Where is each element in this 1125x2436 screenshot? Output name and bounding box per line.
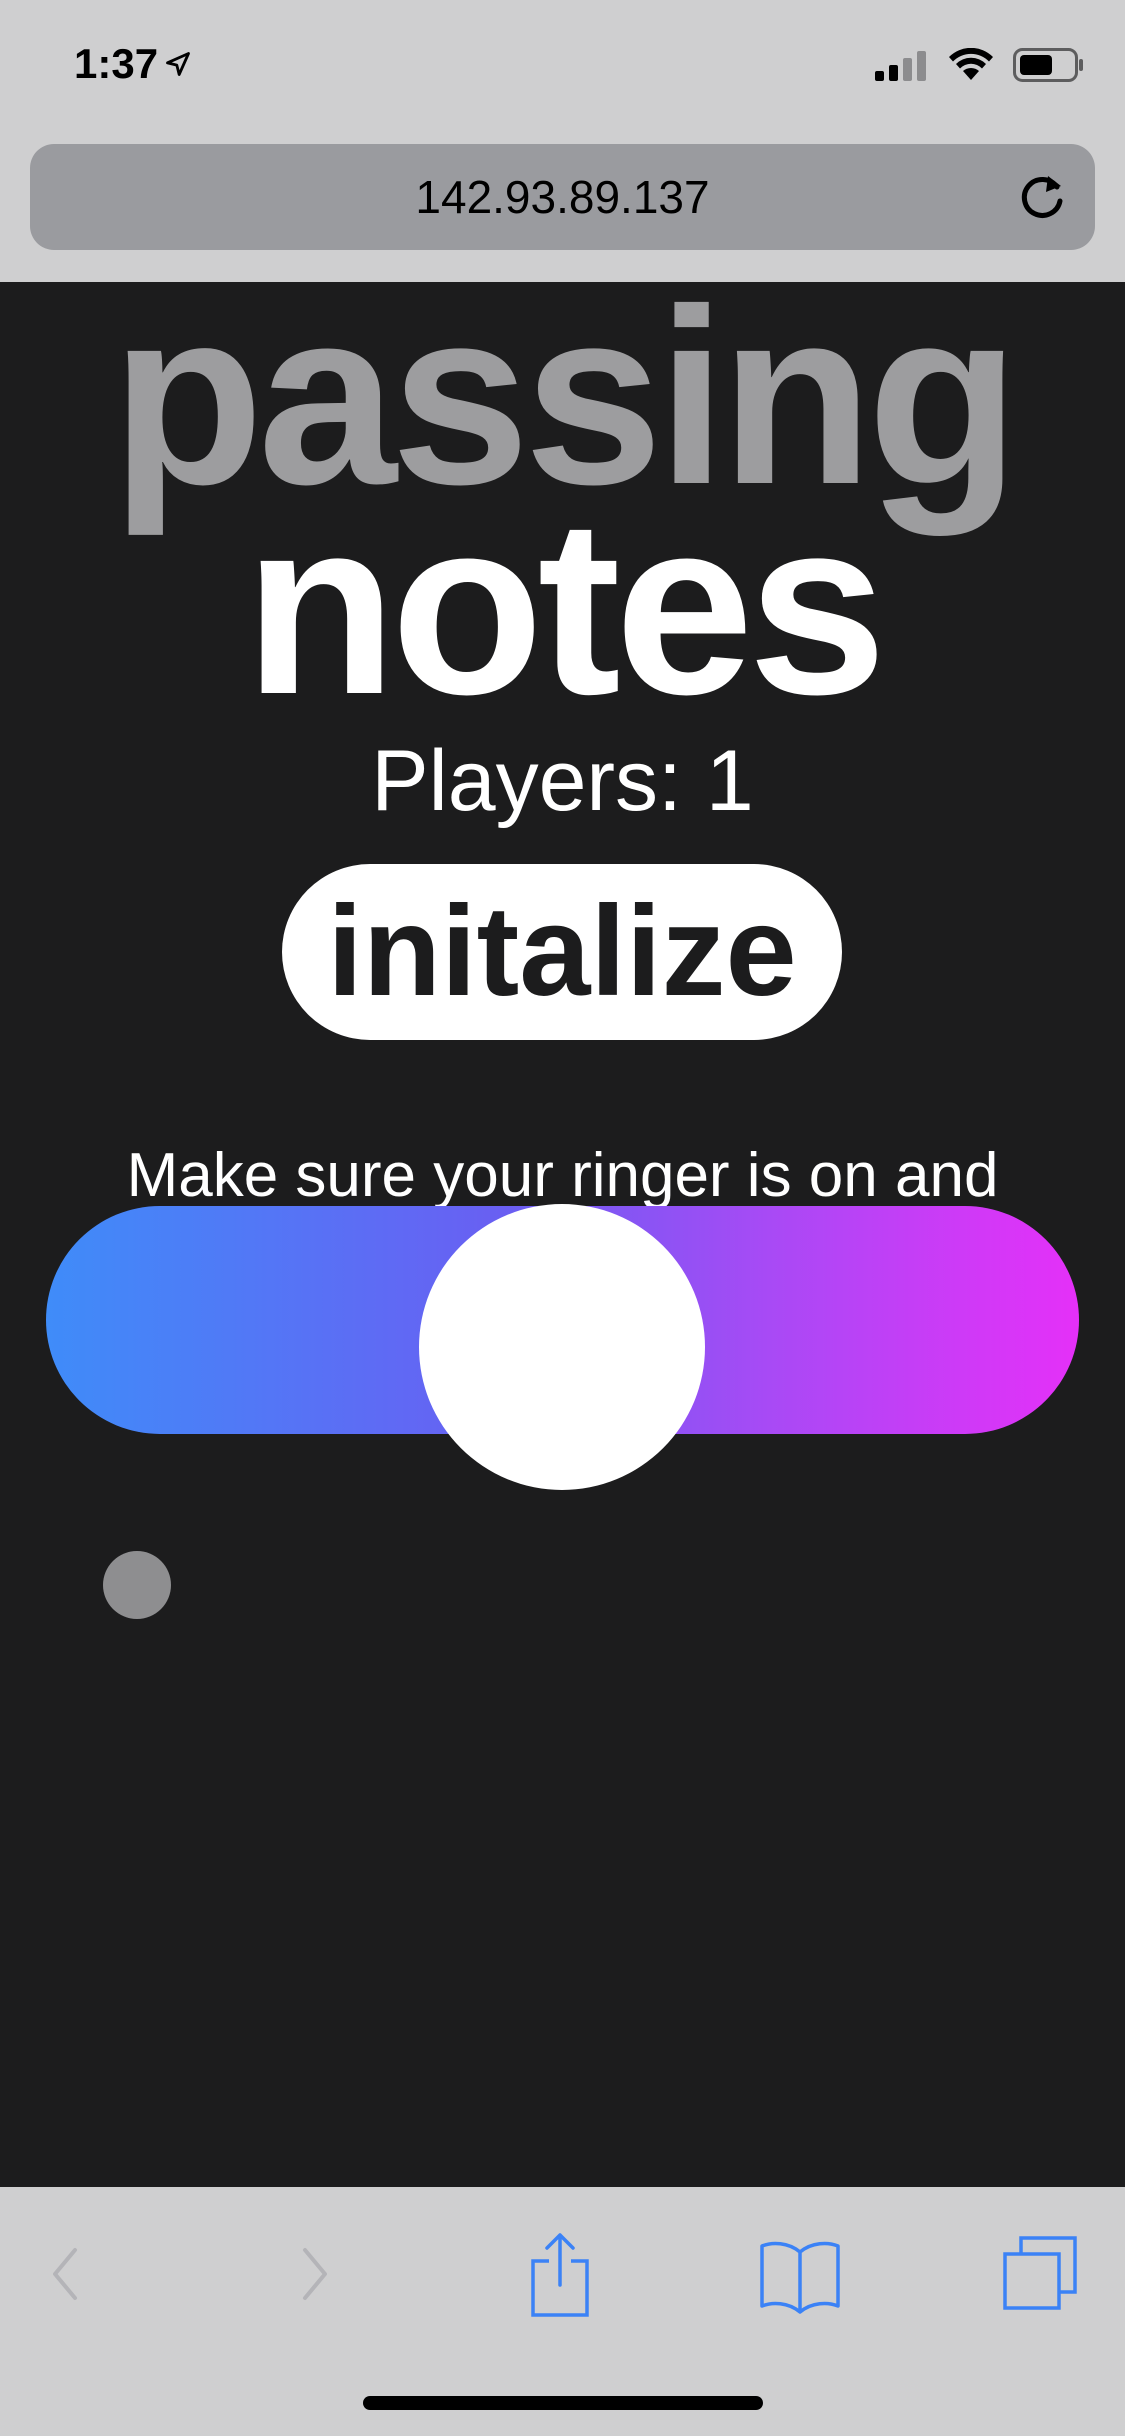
status-time-text: 1:37 bbox=[74, 40, 159, 87]
share-icon bbox=[531, 2233, 589, 2317]
back-icon bbox=[53, 2248, 77, 2300]
reload-icon[interactable] bbox=[1013, 168, 1073, 228]
tabs-button[interactable] bbox=[995, 2229, 1085, 2319]
location-arrow-icon bbox=[166, 52, 190, 76]
battery-icon bbox=[1013, 48, 1083, 82]
bookmarks-button[interactable] bbox=[755, 2229, 845, 2319]
back-button[interactable] bbox=[20, 2229, 110, 2319]
share-button[interactable] bbox=[515, 2229, 605, 2319]
forward-icon bbox=[303, 2248, 327, 2300]
home-indicator bbox=[363, 2396, 763, 2410]
players-count: Players: 1 bbox=[371, 733, 754, 829]
bookmarks-icon bbox=[760, 2241, 840, 2314]
initialize-button[interactable]: initalize bbox=[282, 864, 842, 1040]
cellular-signal-icon bbox=[875, 51, 926, 81]
status-indicators bbox=[875, 48, 1085, 82]
title-notes: notes bbox=[244, 467, 887, 746]
browser-top-bar: 1:37 142.93.89.137 bbox=[0, 0, 1125, 282]
status-time: 1:37 bbox=[74, 40, 192, 88]
indicator-dot bbox=[103, 1551, 171, 1619]
address-bar[interactable]: 142.93.89.137 bbox=[30, 144, 1095, 250]
slider-thumb[interactable] bbox=[419, 1204, 705, 1490]
url-text: 142.93.89.137 bbox=[415, 171, 710, 223]
forward-button[interactable] bbox=[270, 2229, 360, 2319]
wifi-icon bbox=[949, 48, 993, 80]
tabs-icon bbox=[1003, 2236, 1077, 2310]
